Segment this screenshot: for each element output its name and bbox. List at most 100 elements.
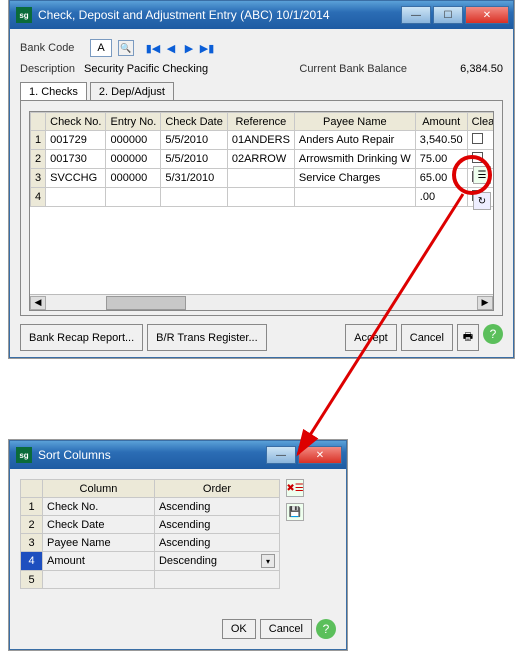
cell-check-date[interactable]: 5/31/2010	[161, 169, 227, 188]
sort-column-name[interactable]: Amount	[43, 552, 155, 571]
cell-reference[interactable]: 01ANDERS	[227, 131, 294, 150]
sort-row[interactable]: 3Payee NameAscending	[21, 534, 280, 552]
tab-dep-adjust[interactable]: 2. Dep/Adjust	[90, 82, 174, 101]
sort-row-number: 2	[21, 516, 43, 534]
sort-row-number: 4	[21, 552, 43, 571]
cell-check-no[interactable]: 001730	[46, 150, 106, 169]
cell-check-date[interactable]: 5/5/2010	[161, 131, 227, 150]
cell-check-no[interactable]: 001729	[46, 131, 106, 150]
sort-row[interactable]: 2Check DateAscending	[21, 516, 280, 534]
print-icon[interactable]: 🖶	[457, 324, 479, 351]
description-value: Security Pacific Checking	[84, 63, 208, 75]
sort-row[interactable]: 5	[21, 571, 280, 589]
help-icon[interactable]: ?	[316, 619, 336, 639]
table-row[interactable]: 4.00	[31, 188, 495, 207]
cell-entry-no[interactable]	[106, 188, 161, 207]
cell-payee-name[interactable]	[294, 188, 415, 207]
br-trans-register-button[interactable]: B/R Trans Register...	[147, 324, 266, 351]
check-entry-window: sg Check, Deposit and Adjustment Entry (…	[9, 0, 514, 358]
help-icon[interactable]: ?	[483, 324, 503, 344]
order-value: Descending	[159, 555, 217, 567]
checks-grid[interactable]: Check No. Entry No. Check Date Reference…	[29, 111, 494, 311]
sort-column-name[interactable]: Check Date	[43, 516, 155, 534]
sort-column-name[interactable]: Check No.	[43, 498, 155, 516]
col-check-no[interactable]: Check No.	[46, 113, 106, 131]
col-payee-name[interactable]: Payee Name	[294, 113, 415, 131]
cell-payee-name[interactable]: Anders Auto Repair	[294, 131, 415, 150]
table-row[interactable]: 20017300000005/5/201002ARROWArrowsmith D…	[31, 150, 495, 169]
cell-reference[interactable]: 02ARROW	[227, 150, 294, 169]
table-row[interactable]: 3SVCCHG0000005/31/2010Service Charges65.…	[31, 169, 495, 188]
bank-code-label: Bank Code	[20, 42, 84, 54]
cancel-button[interactable]: Cancel	[401, 324, 453, 351]
close-button[interactable]: ✕	[298, 446, 342, 464]
annotation-circle	[452, 155, 492, 195]
cell-check-date[interactable]	[161, 188, 227, 207]
minimize-button[interactable]: —	[266, 446, 296, 464]
sort-order[interactable]: Descending ▾	[154, 552, 279, 571]
maximize-button[interactable]: ☐	[433, 6, 463, 24]
sort-col-order[interactable]: Order	[154, 480, 279, 498]
sort-titlebar[interactable]: sg Sort Columns — ✕	[10, 441, 346, 469]
sort-order[interactable]	[154, 571, 279, 589]
prev-record-icon[interactable]: ◀	[163, 40, 179, 56]
lookup-icon[interactable]: 🔍	[118, 40, 134, 56]
sort-order[interactable]: Ascending	[154, 534, 279, 552]
ok-button[interactable]: OK	[222, 619, 256, 639]
next-record-icon[interactable]: ▶	[181, 40, 197, 56]
table-row[interactable]: 10017290000005/5/201001ANDERSAnders Auto…	[31, 131, 495, 150]
cell-cleared[interactable]	[467, 131, 494, 150]
col-cleared[interactable]: Cleared	[467, 113, 494, 131]
sort-row-number: 1	[21, 498, 43, 516]
balance-value: 6,384.50	[443, 63, 503, 75]
app-icon: sg	[16, 447, 32, 463]
last-record-icon[interactable]: ▶▮	[199, 40, 215, 56]
titlebar[interactable]: sg Check, Deposit and Adjustment Entry (…	[10, 1, 513, 29]
cell-check-no[interactable]	[46, 188, 106, 207]
cell-entry-no[interactable]: 000000	[106, 150, 161, 169]
refresh-icon[interactable]: ↻	[473, 192, 491, 210]
balance-label: Current Bank Balance	[299, 63, 407, 75]
app-icon: sg	[16, 7, 32, 23]
horizontal-scrollbar[interactable]: ◀ ▶	[30, 294, 493, 310]
col-amount[interactable]: Amount	[415, 113, 467, 131]
sort-order[interactable]: Ascending	[154, 516, 279, 534]
sort-col-column[interactable]: Column	[43, 480, 155, 498]
row-number: 1	[31, 131, 46, 150]
cell-entry-no[interactable]: 000000	[106, 131, 161, 150]
cell-reference[interactable]	[227, 169, 294, 188]
cell-check-no[interactable]: SVCCHG	[46, 169, 106, 188]
bank-recap-report-button[interactable]: Bank Recap Report...	[20, 324, 143, 351]
cell-amount[interactable]: 3,540.50	[415, 131, 467, 150]
col-reference[interactable]: Reference	[227, 113, 294, 131]
scroll-thumb[interactable]	[106, 296, 186, 310]
minimize-button[interactable]: —	[401, 6, 431, 24]
cell-check-date[interactable]: 5/5/2010	[161, 150, 227, 169]
col-check-date[interactable]: Check Date	[161, 113, 227, 131]
col-rownum[interactable]	[31, 113, 46, 131]
accept-button[interactable]: Accept	[345, 324, 397, 351]
sort-column-name[interactable]	[43, 571, 155, 589]
cell-reference[interactable]	[227, 188, 294, 207]
sort-column-name[interactable]: Payee Name	[43, 534, 155, 552]
checkbox-icon[interactable]	[472, 133, 483, 144]
sort-row[interactable]: 1Check No.Ascending	[21, 498, 280, 516]
tab-checks[interactable]: 1. Checks	[20, 82, 87, 101]
save-sort-icon[interactable]: 💾	[286, 503, 304, 521]
cancel-button[interactable]: Cancel	[260, 619, 312, 639]
scroll-right-icon[interactable]: ▶	[477, 296, 493, 310]
close-button[interactable]: ✕	[465, 6, 509, 24]
cell-payee-name[interactable]: Arrowsmith Drinking W	[294, 150, 415, 169]
sort-order[interactable]: Ascending	[154, 498, 279, 516]
sort-row[interactable]: 4Amount Descending ▾	[21, 552, 280, 571]
dropdown-icon[interactable]: ▾	[261, 554, 275, 568]
first-record-icon[interactable]: ▮◀	[145, 40, 161, 56]
cell-entry-no[interactable]: 000000	[106, 169, 161, 188]
window-title: Check, Deposit and Adjustment Entry (ABC…	[38, 8, 401, 22]
sort-grid[interactable]: Column Order 1Check No.Ascending2Check D…	[20, 479, 280, 589]
col-entry-no[interactable]: Entry No.	[106, 113, 161, 131]
bank-code-input[interactable]: A	[90, 39, 112, 57]
scroll-left-icon[interactable]: ◀	[30, 296, 46, 310]
remove-sort-icon[interactable]: ✖☰	[286, 479, 304, 497]
cell-payee-name[interactable]: Service Charges	[294, 169, 415, 188]
